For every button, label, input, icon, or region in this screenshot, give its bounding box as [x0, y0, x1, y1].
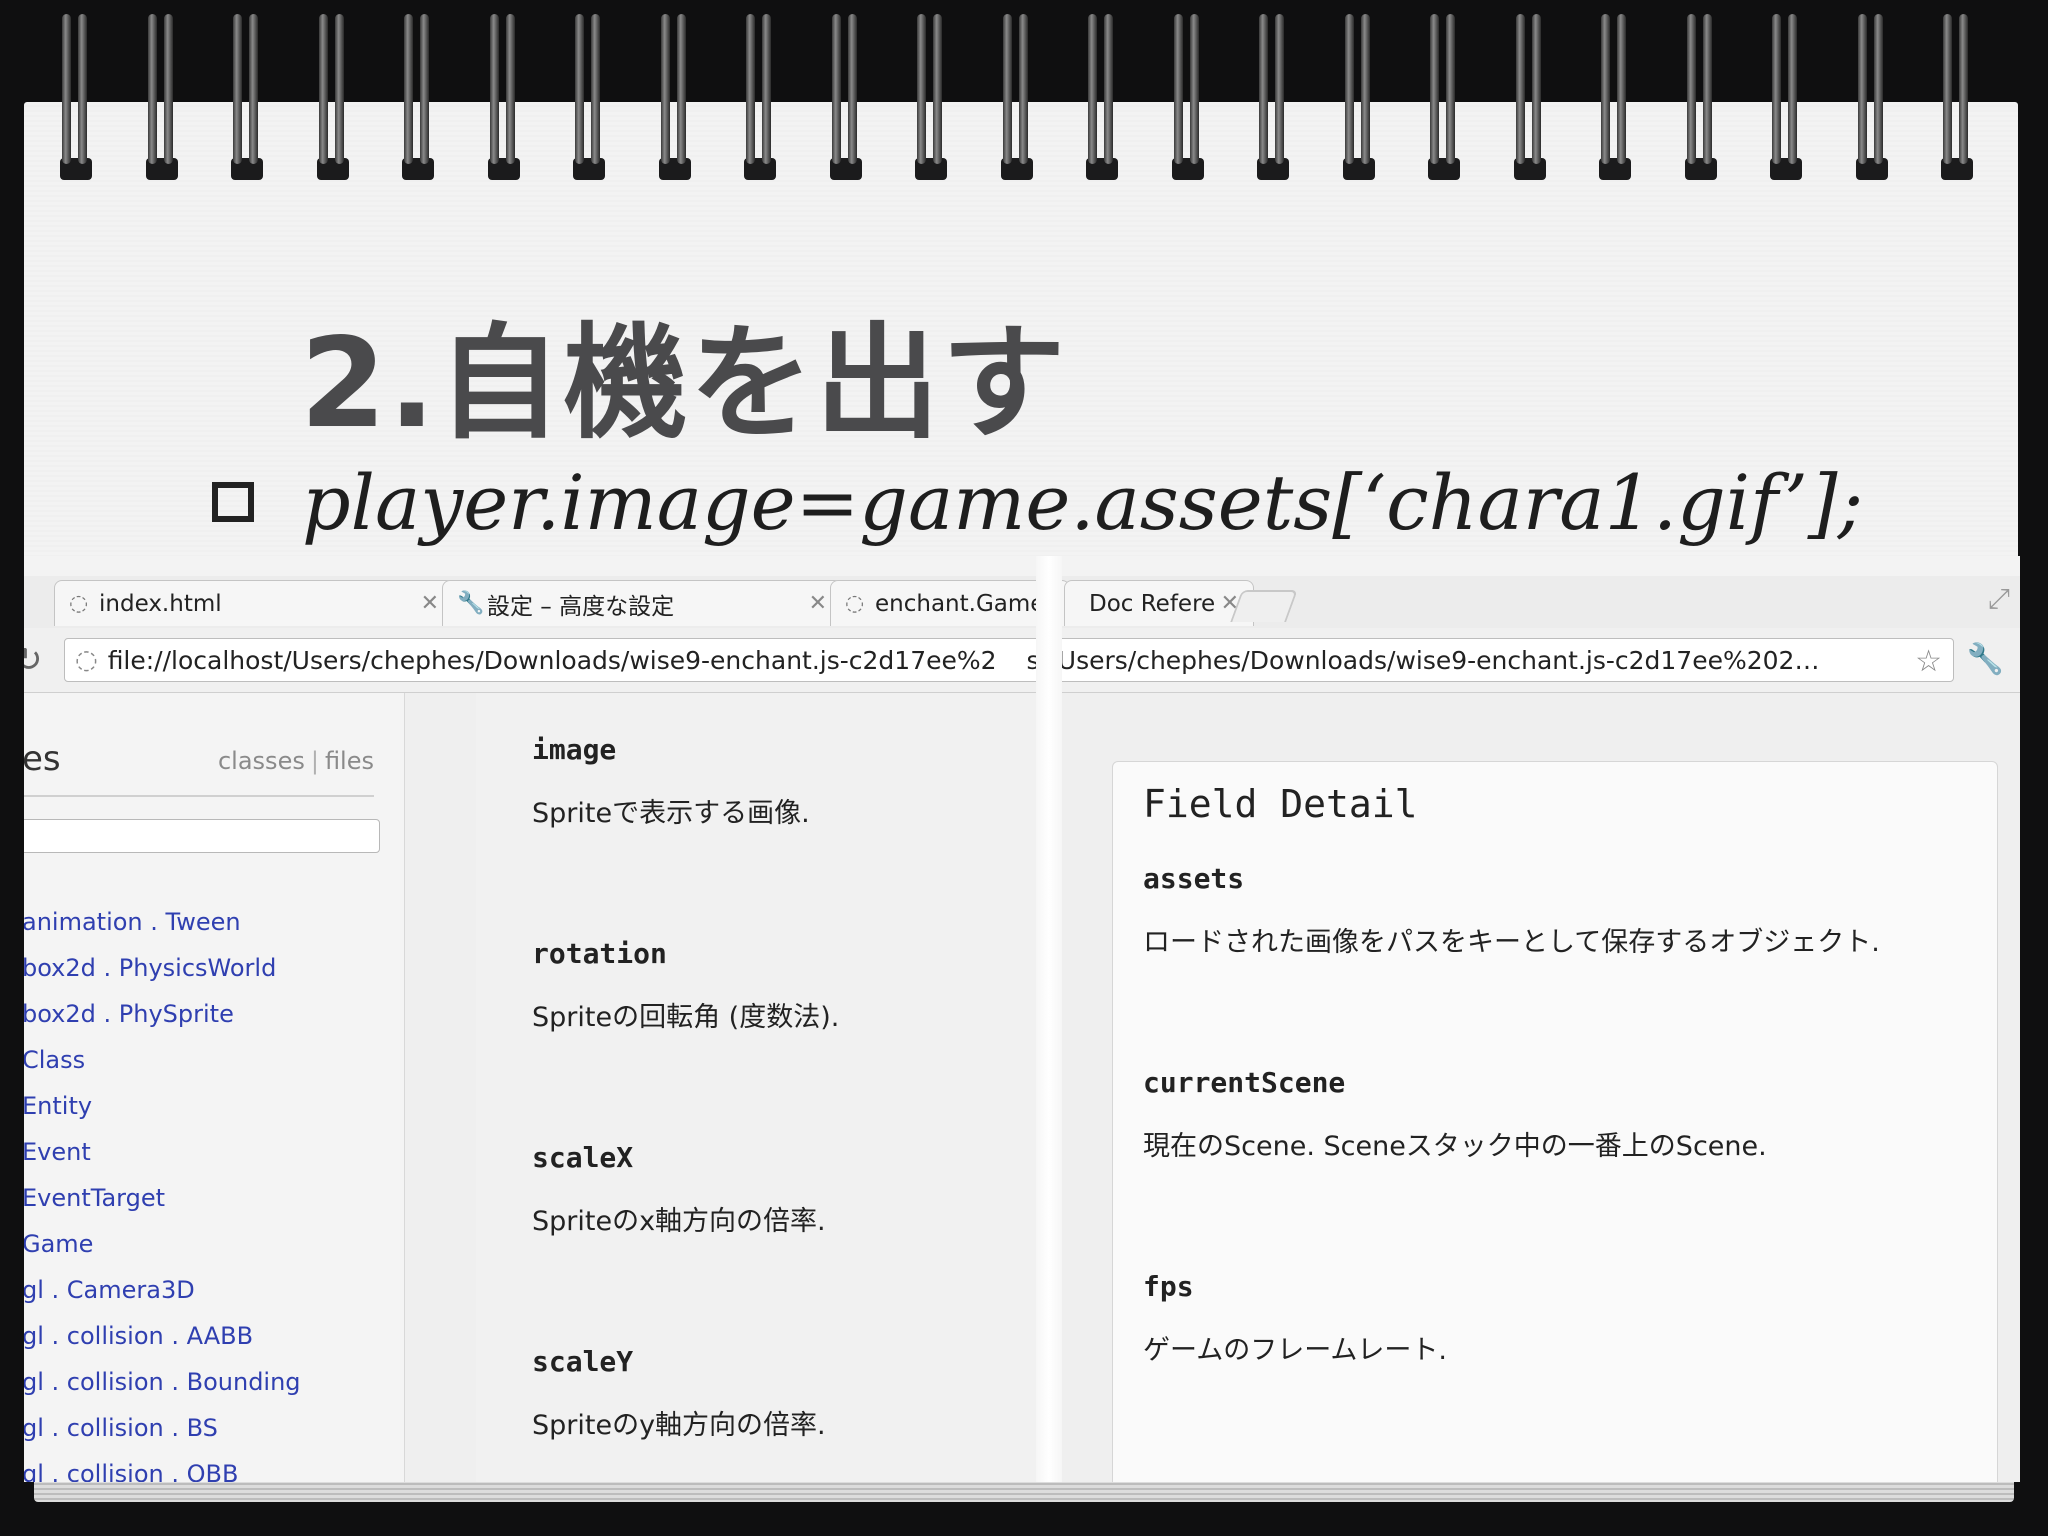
class-link[interactable]: gl . Camera3D — [24, 1275, 301, 1321]
spiral-ring — [1595, 14, 1635, 184]
detail-field-description: ゲームのフレームレート. — [1143, 1335, 1447, 1366]
globe-icon: ◌ — [75, 645, 98, 675]
spiral-ring — [1424, 14, 1464, 184]
spiral-ring — [1168, 14, 1208, 184]
field-description: Spriteの回転角 (度数法). — [532, 1002, 840, 1033]
class-link[interactable]: gl . collision . Bounding — [24, 1367, 301, 1413]
spiral-binding — [0, 0, 2048, 180]
spiral-ring — [1937, 14, 1977, 184]
spiral-ring — [911, 14, 951, 184]
bookmark-star-icon[interactable]: ☆ — [1915, 644, 1942, 679]
browser-toolbar: ↻ ◌ file://localhost/Users/chephes/Downl… — [24, 628, 2020, 693]
globe-icon: ◌ — [69, 590, 89, 616]
bullet-code-line: player.image=game.assets[‘chara1.gif’]; — [302, 458, 1864, 547]
detail-field-description: ロードされた画像をパスをキーとして保存するオブジェクト. — [1143, 927, 1880, 958]
class-link[interactable]: box2d . PhysicsWorld — [24, 953, 301, 999]
spiral-ring — [740, 14, 780, 184]
spiral-ring — [1082, 14, 1122, 184]
switch-separator: | — [310, 747, 319, 775]
spiral-ring — [1852, 14, 1892, 184]
spiral-ring — [655, 14, 695, 184]
class-link[interactable]: animation . Tween — [24, 907, 301, 953]
class-link[interactable]: box2d . PhySprite — [24, 999, 301, 1045]
spiral-ring — [1339, 14, 1379, 184]
class-link[interactable]: gl . collision . BS — [24, 1413, 301, 1459]
field-description: Spriteで表示する画像. — [532, 798, 810, 829]
spiral-ring — [142, 14, 182, 184]
spiral-ring — [398, 14, 438, 184]
class-list: animation . Tween box2d . PhysicsWorld box… — [24, 907, 301, 1482]
field-detail-card: Field Detail assets ロードされた画像をパスをキーとして保存する… — [1112, 761, 1998, 1482]
spiral-ring — [313, 14, 353, 184]
detail-field-description: 現在のScene. Sceneスタック中の一番上のScene. — [1143, 1131, 1767, 1162]
sidebar-heading: es — [24, 739, 61, 779]
doc-page: es classes | files animation . Tween box2d … — [24, 693, 2020, 1482]
wrench-icon[interactable]: 🔧 — [1967, 642, 2004, 677]
field-name[interactable]: scaleX — [532, 1141, 633, 1174]
tab-settings[interactable]: 🔧 設定 – 高度な設定 ✕ — [442, 580, 842, 626]
class-sidebar: es classes | files animation . Tween box2d … — [24, 693, 405, 1482]
class-link[interactable]: Class — [24, 1045, 301, 1091]
tab-doc-reference[interactable]: Doc Refere ✕ — [1064, 580, 1254, 626]
detail-field-name: fps — [1143, 1270, 1194, 1303]
address-bar[interactable]: ◌ file://localhost/Users/chephes/Downloa… — [64, 638, 1954, 682]
detail-field-name: assets — [1143, 862, 1245, 895]
tab-label: 設定 – 高度な設定 — [487, 593, 675, 620]
field-description: Spriteのx軸方向の倍率. — [532, 1206, 826, 1237]
page-stack-edge — [34, 1480, 2014, 1502]
screenshot-seam — [1036, 556, 1062, 1482]
sidebar-switch: classes | files — [218, 747, 374, 775]
field-name[interactable]: image — [532, 733, 616, 766]
spiral-ring — [56, 14, 96, 184]
browser-screenshot: ◌ index.html ✕ 🔧 設定 – 高度な設定 ✕ ◌ enchant.… — [24, 556, 2020, 1482]
close-icon[interactable]: ✕ — [809, 591, 827, 616]
detail-field-name: currentScene — [1143, 1066, 1346, 1099]
reload-icon[interactable]: ↻ — [24, 640, 43, 680]
classes-link[interactable]: classes — [218, 747, 305, 775]
field-detail-title: Field Detail — [1143, 782, 1418, 826]
class-link[interactable]: Event — [24, 1137, 301, 1183]
tab-enchant-game[interactable]: ◌ enchant.Game — [830, 580, 1070, 626]
spiral-ring — [227, 14, 267, 184]
spiral-ring — [1681, 14, 1721, 184]
files-link[interactable]: files — [325, 747, 374, 775]
class-link[interactable]: Entity — [24, 1091, 301, 1137]
tab-index-html[interactable]: ◌ index.html ✕ — [54, 580, 454, 626]
tab-label: enchant.Game — [875, 590, 1045, 617]
tab-label: index.html — [99, 590, 222, 617]
field-description: Spriteのy軸方向の倍率. — [532, 1410, 826, 1441]
class-filter-input[interactable] — [24, 819, 380, 853]
field-name[interactable]: scaleY — [532, 1345, 633, 1378]
spiral-ring — [1510, 14, 1550, 184]
spiral-ring — [997, 14, 1037, 184]
divider — [24, 795, 374, 797]
tab-label: Doc Refere — [1089, 590, 1216, 617]
field-name[interactable]: rotation — [532, 937, 667, 970]
tab-bar: ◌ index.html ✕ 🔧 設定 – 高度な設定 ✕ ◌ enchant.… — [24, 576, 2020, 628]
globe-icon: ◌ — [845, 590, 865, 616]
spiral-ring — [826, 14, 866, 184]
spiral-ring — [1253, 14, 1293, 184]
new-tab-button[interactable] — [1230, 590, 1298, 622]
wrench-icon: 🔧 — [457, 590, 485, 616]
spiral-ring — [569, 14, 609, 184]
slide-title: 2.自機を出す — [300, 312, 1068, 456]
url-text-left: file://localhost/Users/chephes/Downloads… — [107, 645, 997, 675]
class-link[interactable]: EventTarget — [24, 1183, 301, 1229]
class-link[interactable]: gl . collision . OBB — [24, 1459, 301, 1482]
fullscreen-icon[interactable]: ⤢ — [1988, 582, 2010, 616]
class-link[interactable]: Game — [24, 1229, 301, 1275]
bullet-marker-icon — [212, 482, 254, 522]
class-link[interactable]: gl . collision . AABB — [24, 1321, 301, 1367]
url-text-right: st/Users/chephes/Downloads/wise9-enchant… — [1026, 645, 1820, 675]
close-icon[interactable]: ✕ — [421, 591, 439, 616]
spiral-ring — [484, 14, 524, 184]
spiral-ring — [1766, 14, 1806, 184]
